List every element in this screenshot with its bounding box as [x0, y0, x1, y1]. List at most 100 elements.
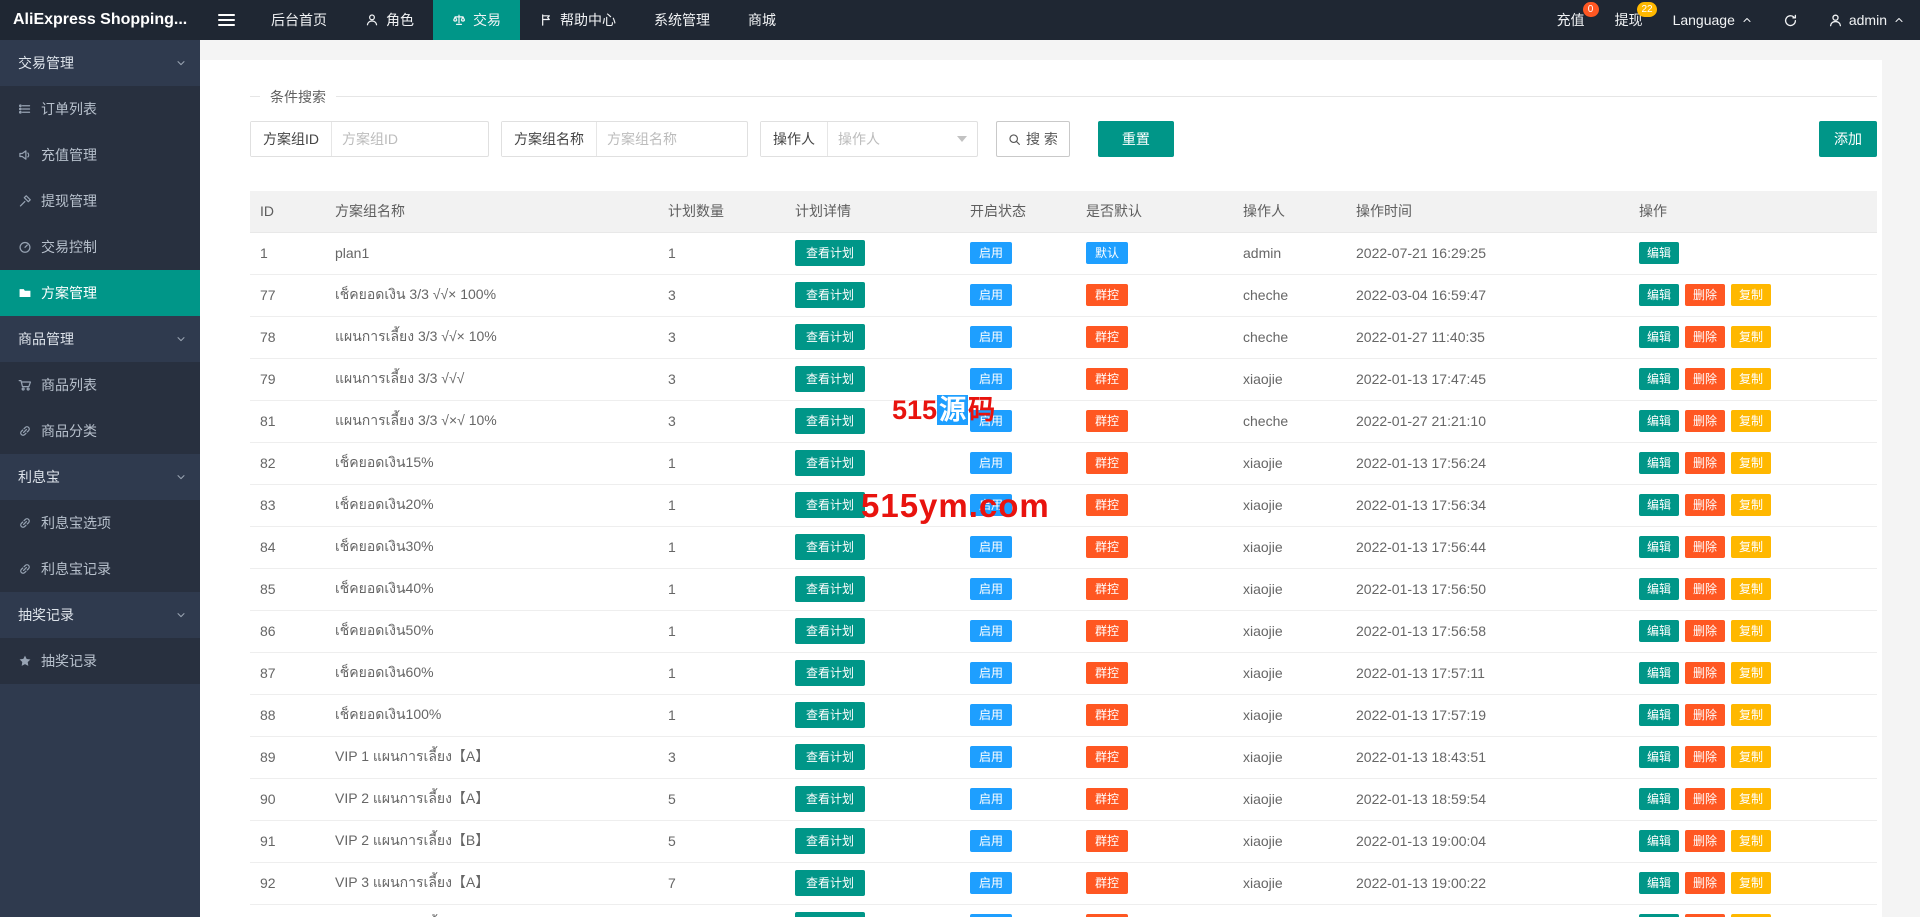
group-control-badge[interactable]: 群控 — [1086, 661, 1129, 685]
sidebar-group[interactable]: 商品管理 — [0, 316, 200, 362]
status-badge[interactable]: 启用 — [970, 661, 1013, 685]
view-plan-button[interactable]: 查看计划 — [795, 617, 866, 645]
edit-button[interactable]: 编辑 — [1639, 787, 1680, 811]
copy-button[interactable]: 复制 — [1731, 409, 1772, 433]
view-plan-button[interactable]: 查看计划 — [795, 911, 866, 917]
add-button[interactable]: 添加 — [1819, 121, 1877, 157]
view-plan-button[interactable]: 查看计划 — [795, 701, 866, 729]
copy-button[interactable]: 复制 — [1731, 661, 1772, 685]
status-badge[interactable]: 启用 — [970, 577, 1013, 601]
group-control-badge[interactable]: 群控 — [1086, 409, 1129, 433]
status-badge[interactable]: 启用 — [970, 871, 1013, 895]
delete-button[interactable]: 删除 — [1685, 409, 1726, 433]
group-control-badge[interactable]: 群控 — [1086, 577, 1129, 601]
view-plan-button[interactable]: 查看计划 — [795, 743, 866, 771]
sidebar-group[interactable]: 利息宝 — [0, 454, 200, 500]
status-badge[interactable]: 启用 — [970, 619, 1013, 643]
group-control-badge[interactable]: 群控 — [1086, 871, 1129, 895]
group-control-badge[interactable]: 群控 — [1086, 451, 1129, 475]
status-badge[interactable]: 启用 — [970, 367, 1013, 391]
view-plan-button[interactable]: 查看计划 — [795, 827, 866, 855]
status-badge[interactable]: 启用 — [970, 703, 1013, 727]
group-control-badge[interactable]: 群控 — [1086, 535, 1129, 559]
top-nav-item[interactable]: 系统管理 — [635, 0, 729, 40]
copy-button[interactable]: 复制 — [1731, 871, 1772, 895]
edit-button[interactable]: 编辑 — [1639, 283, 1680, 307]
group-control-badge[interactable]: 群控 — [1086, 325, 1129, 349]
language-dropdown[interactable]: Language — [1658, 0, 1768, 40]
operator-select[interactable]: 操作人 操作人 — [760, 121, 978, 157]
delete-button[interactable]: 删除 — [1685, 787, 1726, 811]
delete-button[interactable]: 删除 — [1685, 493, 1726, 517]
copy-button[interactable]: 复制 — [1731, 577, 1772, 601]
recharge-link[interactable]: 充值 0 — [1542, 0, 1600, 40]
sidebar-item[interactable]: 商品列表 — [0, 362, 200, 408]
edit-button[interactable]: 编辑 — [1639, 367, 1680, 391]
view-plan-button[interactable]: 查看计划 — [795, 659, 866, 687]
view-plan-button[interactable]: 查看计划 — [795, 281, 866, 309]
copy-button[interactable]: 复制 — [1731, 745, 1772, 769]
view-plan-button[interactable]: 查看计划 — [795, 407, 866, 435]
copy-button[interactable]: 复制 — [1731, 703, 1772, 727]
reset-button[interactable]: 重置 — [1097, 121, 1174, 157]
sidebar-item[interactable]: 利息宝记录 — [0, 546, 200, 592]
view-plan-button[interactable]: 查看计划 — [795, 323, 866, 351]
edit-button[interactable]: 编辑 — [1639, 703, 1680, 727]
sidebar-item[interactable]: 交易控制 — [0, 224, 200, 270]
edit-button[interactable]: 编辑 — [1639, 493, 1680, 517]
edit-button[interactable]: 编辑 — [1639, 409, 1680, 433]
copy-button[interactable]: 复制 — [1731, 493, 1772, 517]
status-badge[interactable]: 启用 — [970, 745, 1013, 769]
edit-button[interactable]: 编辑 — [1639, 577, 1680, 601]
sidebar-item[interactable]: 充值管理 — [0, 132, 200, 178]
delete-button[interactable]: 删除 — [1685, 451, 1726, 475]
sidebar-item[interactable]: 商品分类 — [0, 408, 200, 454]
status-badge[interactable]: 启用 — [970, 829, 1013, 853]
view-plan-button[interactable]: 查看计划 — [795, 491, 866, 519]
top-nav-item[interactable]: 交易 — [433, 0, 520, 40]
default-badge[interactable]: 默认 — [1086, 241, 1129, 265]
edit-button[interactable]: 编辑 — [1639, 871, 1680, 895]
view-plan-button[interactable]: 查看计划 — [795, 239, 866, 267]
status-badge[interactable]: 启用 — [970, 325, 1013, 349]
edit-button[interactable]: 编辑 — [1639, 241, 1680, 265]
sidebar-group[interactable]: 抽奖记录 — [0, 592, 200, 638]
delete-button[interactable]: 删除 — [1685, 829, 1726, 853]
group-control-badge[interactable]: 群控 — [1086, 787, 1129, 811]
search-button[interactable]: 搜 索 — [996, 121, 1070, 157]
view-plan-button[interactable]: 查看计划 — [795, 365, 866, 393]
group-control-badge[interactable]: 群控 — [1086, 619, 1129, 643]
top-nav-item[interactable]: 帮助中心 — [520, 0, 635, 40]
copy-button[interactable]: 复制 — [1731, 787, 1772, 811]
status-badge[interactable]: 启用 — [970, 283, 1013, 307]
delete-button[interactable]: 删除 — [1685, 535, 1726, 559]
group-control-badge[interactable]: 群控 — [1086, 703, 1129, 727]
copy-button[interactable]: 复制 — [1731, 283, 1772, 307]
status-badge[interactable]: 启用 — [970, 787, 1013, 811]
sidebar-item[interactable]: 提现管理 — [0, 178, 200, 224]
top-nav-item[interactable]: 角色 — [346, 0, 433, 40]
copy-button[interactable]: 复制 — [1731, 829, 1772, 853]
user-dropdown[interactable]: admin — [1813, 0, 1920, 40]
top-nav-item[interactable]: 商城 — [729, 0, 795, 40]
sidebar-group[interactable]: 交易管理 — [0, 40, 200, 86]
delete-button[interactable]: 删除 — [1685, 745, 1726, 769]
status-badge[interactable]: 启用 — [970, 535, 1013, 559]
group-control-badge[interactable]: 群控 — [1086, 283, 1129, 307]
delete-button[interactable]: 删除 — [1685, 577, 1726, 601]
delete-button[interactable]: 删除 — [1685, 871, 1726, 895]
edit-button[interactable]: 编辑 — [1639, 619, 1680, 643]
edit-button[interactable]: 编辑 — [1639, 829, 1680, 853]
delete-button[interactable]: 删除 — [1685, 367, 1726, 391]
withdraw-link[interactable]: 提现 22 — [1600, 0, 1658, 40]
delete-button[interactable]: 删除 — [1685, 703, 1726, 727]
view-plan-button[interactable]: 查看计划 — [795, 449, 866, 477]
view-plan-button[interactable]: 查看计划 — [795, 785, 866, 813]
group-control-badge[interactable]: 群控 — [1086, 745, 1129, 769]
refresh-button[interactable] — [1768, 0, 1813, 40]
edit-button[interactable]: 编辑 — [1639, 535, 1680, 559]
copy-button[interactable]: 复制 — [1731, 451, 1772, 475]
copy-button[interactable]: 复制 — [1731, 325, 1772, 349]
view-plan-button[interactable]: 查看计划 — [795, 533, 866, 561]
sidebar-item[interactable]: 抽奖记录 — [0, 638, 200, 684]
